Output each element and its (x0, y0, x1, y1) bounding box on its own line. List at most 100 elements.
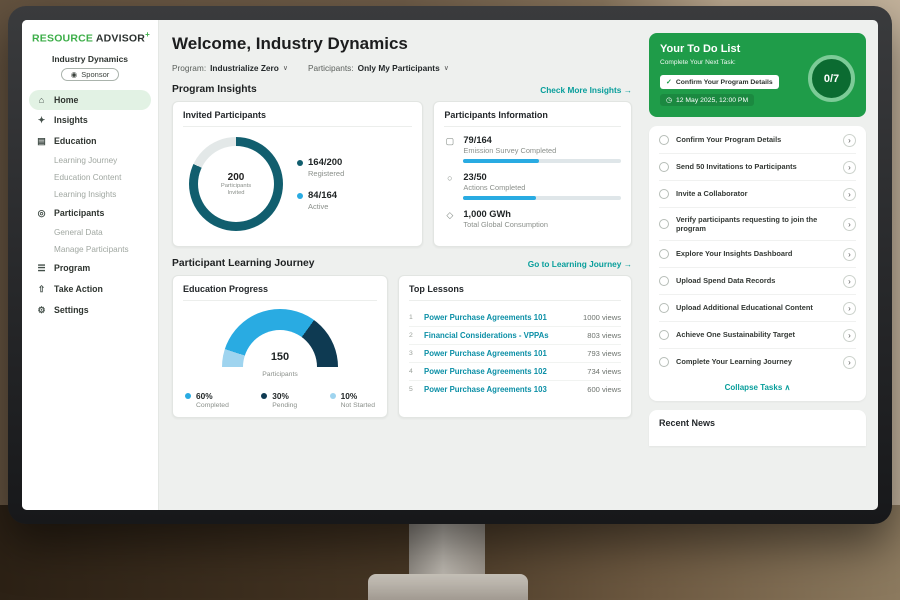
program-insights-header: Program Insights Check More Insights → (172, 84, 632, 95)
sidebar-item-settings[interactable]: ⚙ Settings (29, 300, 151, 321)
section-title: Participant Learning Journey (172, 258, 314, 269)
check-more-insights-link[interactable]: Check More Insights → (540, 85, 632, 95)
consumption-icon: ◇ (444, 209, 455, 229)
task-checkbox[interactable] (659, 219, 669, 229)
card-title: Invited Participants (183, 110, 412, 127)
chevron-right-icon[interactable]: › (843, 356, 856, 369)
task-row[interactable]: Send 50 Invitations to Participants › (659, 154, 856, 181)
lesson-row[interactable]: 3 Power Purchase Agreements 101 793 view… (409, 345, 621, 363)
chevron-right-icon[interactable]: › (843, 218, 856, 231)
task-checkbox[interactable] (659, 330, 669, 340)
chevron-down-icon: ∨ (283, 64, 288, 72)
take-action-icon: ⇧ (36, 284, 47, 295)
legend-dot (297, 193, 303, 199)
task-row[interactable]: Invite a Collaborator › (659, 181, 856, 208)
sidebar-item-education[interactable]: ▤ Education (29, 131, 151, 152)
monitor-bezel: RESOURCE ADVISOR+ Industry Dynamics ◉ Sp… (8, 6, 892, 524)
invited-legend: 164/200 Registered 84/164 Active (297, 157, 344, 211)
info-row-consumption: ◇ 1,000 GWh Total Global Consumption (444, 209, 621, 229)
legend-dot (330, 393, 336, 399)
todo-next-task[interactable]: ✓ Confirm Your Program Details (660, 75, 779, 89)
sidebar-item-label: Insights (54, 115, 88, 125)
program-dropdown-value: Industrialize Zero (210, 63, 279, 73)
filters-bar: Program: Industrialize Zero ∨ Participan… (172, 63, 632, 73)
participants-dropdown-value: Only My Participants (358, 63, 440, 73)
sidebar-item-label: Settings (54, 305, 89, 315)
role-badge-label: Sponsor (81, 70, 109, 79)
task-checkbox[interactable] (659, 357, 669, 367)
task-checkbox[interactable] (659, 249, 669, 259)
task-row[interactable]: Complete Your Learning Journey › (659, 349, 856, 375)
chevron-right-icon[interactable]: › (843, 329, 856, 342)
card-title: Education Progress (183, 284, 377, 301)
chevron-right-icon[interactable]: › (843, 275, 856, 288)
gauge-center-label: Participants (262, 371, 298, 378)
chevron-right-icon[interactable]: › (843, 134, 856, 147)
lesson-link[interactable]: Power Purchase Agreements 103 (424, 385, 580, 394)
task-row[interactable]: Achieve One Sustainability Target › (659, 322, 856, 349)
task-row[interactable]: Verify participants requesting to join t… (659, 208, 856, 241)
sidebar-item-participants[interactable]: ◎ Participants (29, 203, 151, 224)
app-logo: RESOURCE ADVISOR+ (29, 30, 151, 45)
chevron-right-icon[interactable]: › (843, 161, 856, 174)
donut-center-value: 200 (228, 172, 245, 183)
sidebar-item-manage-participants[interactable]: Manage Participants (29, 241, 151, 258)
lesson-row[interactable]: 2 Financial Considerations - VPPAs 803 v… (409, 327, 621, 345)
sidebar-item-home[interactable]: ⌂ Home (29, 90, 151, 110)
sidebar-item-label: Program (54, 263, 90, 273)
lesson-link[interactable]: Power Purchase Agreements 101 (424, 313, 576, 322)
learning-journey-header: Participant Learning Journey Go to Learn… (172, 258, 632, 269)
todo-progress-ring: 0/7 (808, 55, 855, 102)
lesson-row[interactable]: 5 Power Purchase Agreements 103 600 view… (409, 381, 621, 398)
collapse-tasks-link[interactable]: Collapse Tasks ∧ (659, 375, 856, 399)
sidebar-item-label: Take Action (54, 284, 103, 294)
task-checkbox[interactable] (659, 276, 669, 286)
monitor-stand-neck (409, 518, 485, 580)
task-row[interactable]: Upload Spend Data Records › (659, 268, 856, 295)
actions-icon: ○ (444, 172, 455, 200)
chevron-down-icon: ∨ (444, 64, 449, 72)
program-dropdown-label: Program: (172, 63, 206, 73)
card-title: Top Lessons (409, 284, 621, 301)
task-checkbox[interactable] (659, 189, 669, 199)
participants-dropdown[interactable]: Participants: Only My Participants ∨ (308, 63, 449, 73)
participants-information-card: Participants Information ▢ 79/164 Emissi… (433, 101, 632, 247)
sidebar-item-education-content[interactable]: Education Content (29, 169, 151, 186)
participants-dropdown-label: Participants: (308, 63, 354, 73)
task-checkbox[interactable] (659, 303, 669, 313)
task-row[interactable]: Explore Your Insights Dashboard › (659, 241, 856, 268)
sidebar-nav: ⌂ Home ✦ Insights ▤ Education Learning J… (29, 90, 151, 321)
chevron-right-icon[interactable]: › (843, 302, 856, 315)
program-dropdown[interactable]: Program: Industrialize Zero ∨ (172, 63, 288, 73)
task-checkbox[interactable] (659, 162, 669, 172)
chevron-up-icon: ∧ (785, 383, 791, 392)
task-row[interactable]: Confirm Your Program Details › (659, 127, 856, 154)
check-icon: ✓ (666, 78, 672, 86)
sidebar-item-program[interactable]: ☰ Program (29, 258, 151, 279)
sidebar-item-insights[interactable]: ✦ Insights (29, 110, 151, 131)
sidebar-item-general-data[interactable]: General Data (29, 224, 151, 241)
lesson-link[interactable]: Power Purchase Agreements 101 (424, 349, 580, 358)
lesson-link[interactable]: Financial Considerations - VPPAs (424, 331, 580, 340)
sidebar-item-label: Education (54, 136, 97, 146)
sidebar-item-take-action[interactable]: ⇧ Take Action (29, 279, 151, 300)
chevron-right-icon[interactable]: › (843, 188, 856, 201)
legend-dot (261, 393, 267, 399)
program-insights-cards: Invited Participants 200 Participants In… (172, 101, 632, 247)
chevron-right-icon[interactable]: › (843, 248, 856, 261)
lesson-row[interactable]: 1 Power Purchase Agreements 101 1000 vie… (409, 309, 621, 327)
sidebar-item-learning-insights[interactable]: Learning Insights (29, 186, 151, 203)
settings-icon: ⚙ (36, 305, 47, 316)
go-to-learning-journey-link[interactable]: Go to Learning Journey → (528, 259, 632, 269)
lesson-link[interactable]: Power Purchase Agreements 102 (424, 367, 580, 376)
lesson-row[interactable]: 4 Power Purchase Agreements 102 734 view… (409, 363, 621, 381)
legend-item-active: 84/164 Active (297, 190, 344, 211)
participants-icon: ◎ (36, 208, 47, 219)
todo-title: Your To Do List (660, 43, 855, 55)
sidebar-item-learning-journey[interactable]: Learning Journey (29, 152, 151, 169)
task-row[interactable]: Upload Additional Educational Content › (659, 295, 856, 322)
clock-icon: ◷ (666, 96, 672, 104)
learning-journey-cards: Education Progress 150 Participants 60% (172, 275, 632, 418)
task-checkbox[interactable] (659, 135, 669, 145)
education-legend: 60% Completed 30% Pending (183, 391, 377, 409)
